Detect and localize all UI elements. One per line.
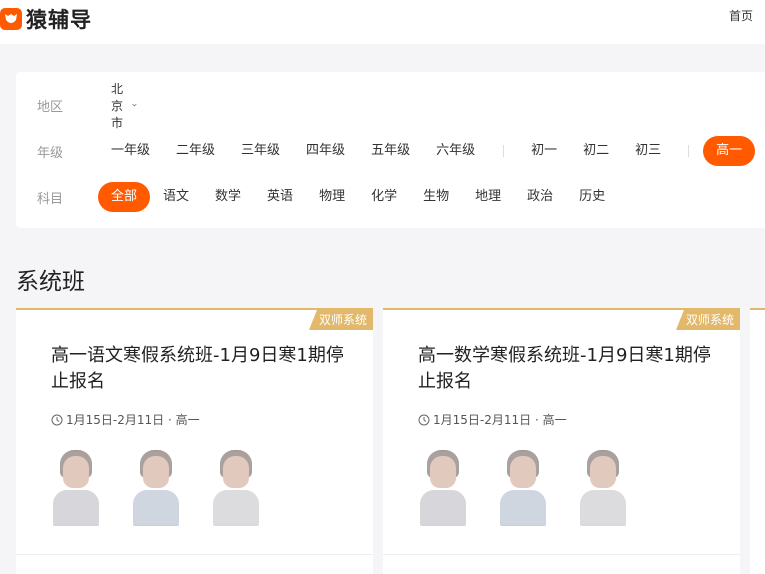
subject-option-chemistry[interactable]: 化学 <box>358 182 410 212</box>
teacher-list <box>418 450 658 526</box>
course-title[interactable]: 高一数学寒假系统班-1月9日寒1期停止报名 <box>418 343 718 395</box>
subject-option-biology[interactable]: 生物 <box>410 182 462 212</box>
subject-option-chinese[interactable]: 语文 <box>150 182 202 212</box>
subject-option-math[interactable]: 数学 <box>202 182 254 212</box>
clock-icon <box>51 414 63 425</box>
course-card-partial[interactable] <box>750 308 765 574</box>
teacher-avatar[interactable] <box>578 450 628 526</box>
course-meta: 1月15日-2月11日 · 高一 <box>418 411 567 428</box>
home-link[interactable]: 首页 <box>729 7 753 24</box>
grade-option-grade5[interactable]: 五年级 <box>358 136 423 166</box>
grade-divider <box>503 145 505 157</box>
filter-panel: 地区 北京市 年级 一年级 二年级 三年级 四年级 五年级 六年级 初一 初二 … <box>16 72 765 228</box>
subject-option-politics[interactable]: 政治 <box>514 182 566 212</box>
top-header: 猿辅导 首页 <box>0 0 765 44</box>
grade-label: 年级 <box>37 145 64 161</box>
grade-option-junior1[interactable]: 初一 <box>518 136 570 166</box>
course-card[interactable]: 双师系统 高一语文寒假系统班-1月9日寒1期停止报名 1月15日-2月11日 ·… <box>16 308 373 574</box>
subject-option-history[interactable]: 历史 <box>566 182 618 212</box>
subject-option-english[interactable]: 英语 <box>254 182 306 212</box>
course-title[interactable]: 高一语文寒假系统班-1月9日寒1期停止报名 <box>51 343 351 395</box>
subject-label: 科目 <box>37 191 64 207</box>
brand-logo-icon <box>0 8 22 30</box>
teacher-avatar[interactable] <box>498 450 548 526</box>
course-meta: 1月15日-2月11日 · 高一 <box>51 411 200 428</box>
subject-option-all[interactable]: 全部 <box>98 182 151 212</box>
teacher-avatar[interactable] <box>418 450 468 526</box>
course-tag: 双师系统 <box>308 310 373 330</box>
grade-option-grade4[interactable]: 四年级 <box>293 136 358 166</box>
grade-divider <box>688 145 690 157</box>
region-label: 地区 <box>37 99 64 115</box>
chevron-down-icon <box>132 103 137 107</box>
grade-option-grade2[interactable]: 二年级 <box>163 136 228 166</box>
brand-name: 猿辅导 <box>26 8 92 32</box>
brand-logo[interactable]: 猿辅导 <box>0 4 92 34</box>
subject-option-physics[interactable]: 物理 <box>306 182 358 212</box>
course-meta-text: 1月15日-2月11日 · 高一 <box>66 413 200 427</box>
card-divider <box>16 554 373 555</box>
teacher-avatar[interactable] <box>51 450 101 526</box>
course-tag: 双师系统 <box>675 310 740 330</box>
section-title: 系统班 <box>16 269 85 295</box>
region-select[interactable]: 北京市 <box>98 80 137 131</box>
grade-option-grade1[interactable]: 一年级 <box>98 136 163 166</box>
teacher-avatar[interactable] <box>131 450 181 526</box>
course-card[interactable]: 双师系统 高一数学寒假系统班-1月9日寒1期停止报名 1月15日-2月11日 ·… <box>383 308 740 574</box>
region-select-value: 北京市 <box>111 81 124 130</box>
grade-option-junior3[interactable]: 初三 <box>622 136 674 166</box>
grade-option-grade6[interactable]: 六年级 <box>423 136 488 166</box>
course-meta-text: 1月15日-2月11日 · 高一 <box>433 413 567 427</box>
teacher-list <box>51 450 291 526</box>
grade-option-grade3[interactable]: 三年级 <box>228 136 293 166</box>
teacher-avatar[interactable] <box>211 450 261 526</box>
card-divider <box>383 554 740 555</box>
grade-option-junior2[interactable]: 初二 <box>570 136 622 166</box>
grade-option-senior1[interactable]: 高一 <box>703 136 756 166</box>
clock-icon <box>418 414 430 425</box>
subject-option-geography[interactable]: 地理 <box>462 182 514 212</box>
